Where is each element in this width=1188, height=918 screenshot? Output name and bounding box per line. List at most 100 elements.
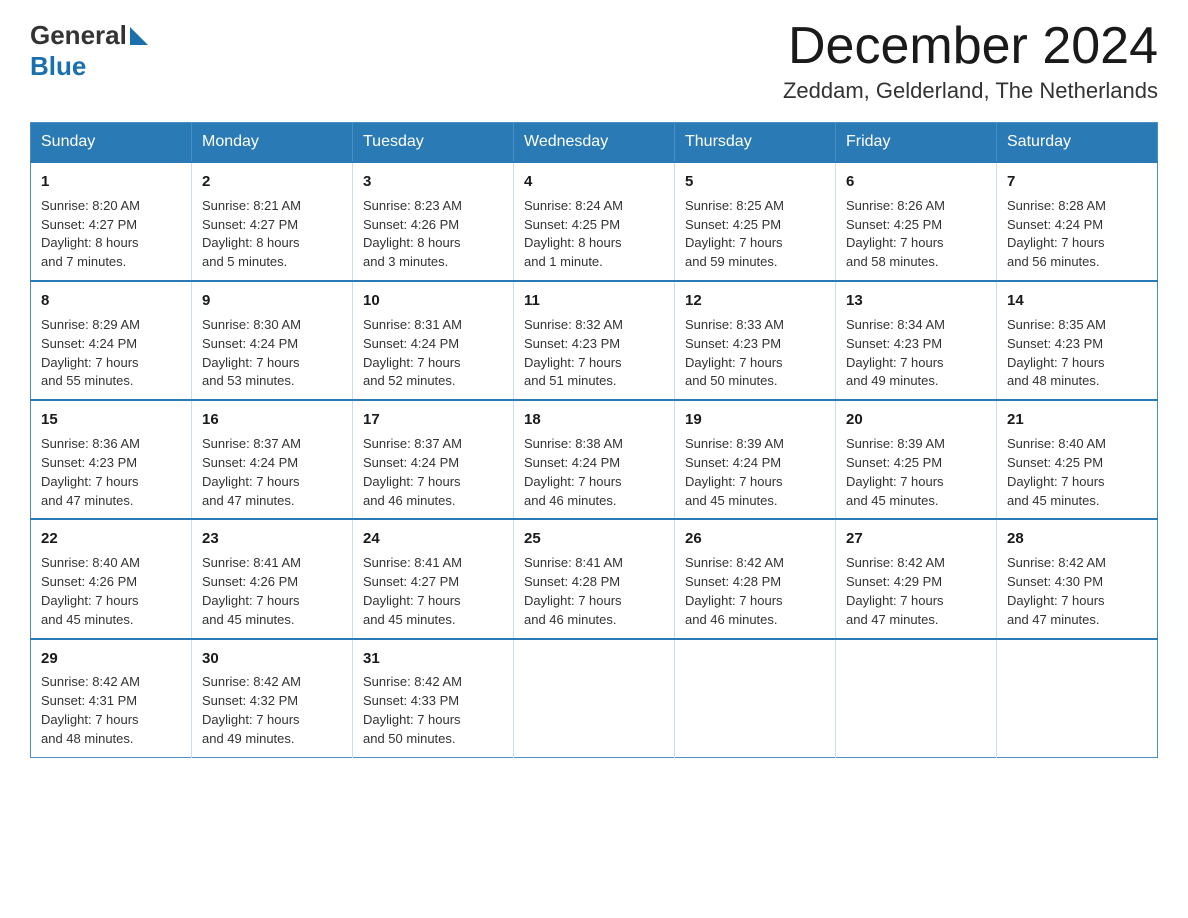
calendar-day-cell: 23 Sunrise: 8:41 AMSunset: 4:26 PMDaylig… bbox=[192, 519, 353, 638]
day-number: 12 bbox=[685, 290, 825, 312]
day-info: Sunrise: 8:20 AMSunset: 4:27 PMDaylight:… bbox=[41, 197, 181, 272]
day-info: Sunrise: 8:34 AMSunset: 4:23 PMDaylight:… bbox=[846, 316, 986, 391]
day-info: Sunrise: 8:26 AMSunset: 4:25 PMDaylight:… bbox=[846, 197, 986, 272]
day-info: Sunrise: 8:29 AMSunset: 4:24 PMDaylight:… bbox=[41, 316, 181, 391]
day-info: Sunrise: 8:21 AMSunset: 4:27 PMDaylight:… bbox=[202, 197, 342, 272]
calendar-day-cell: 30 Sunrise: 8:42 AMSunset: 4:32 PMDaylig… bbox=[192, 639, 353, 758]
day-info: Sunrise: 8:42 AMSunset: 4:30 PMDaylight:… bbox=[1007, 554, 1147, 629]
day-info: Sunrise: 8:24 AMSunset: 4:25 PMDaylight:… bbox=[524, 197, 664, 272]
day-number: 8 bbox=[41, 290, 181, 312]
day-number: 3 bbox=[363, 171, 503, 193]
day-info: Sunrise: 8:37 AMSunset: 4:24 PMDaylight:… bbox=[363, 435, 503, 510]
logo-blue-text: Blue bbox=[30, 51, 86, 81]
calendar-header-row: SundayMondayTuesdayWednesdayThursdayFrid… bbox=[31, 123, 1158, 163]
day-number: 18 bbox=[524, 409, 664, 431]
calendar-day-cell: 5 Sunrise: 8:25 AMSunset: 4:25 PMDayligh… bbox=[675, 162, 836, 281]
day-number: 13 bbox=[846, 290, 986, 312]
day-number: 10 bbox=[363, 290, 503, 312]
calendar-day-cell: 4 Sunrise: 8:24 AMSunset: 4:25 PMDayligh… bbox=[514, 162, 675, 281]
day-number: 14 bbox=[1007, 290, 1147, 312]
calendar-day-cell: 28 Sunrise: 8:42 AMSunset: 4:30 PMDaylig… bbox=[997, 519, 1158, 638]
calendar-day-cell: 8 Sunrise: 8:29 AMSunset: 4:24 PMDayligh… bbox=[31, 281, 192, 400]
day-info: Sunrise: 8:42 AMSunset: 4:29 PMDaylight:… bbox=[846, 554, 986, 629]
calendar-day-header: Sunday bbox=[31, 123, 192, 163]
day-number: 1 bbox=[41, 171, 181, 193]
calendar-week-row: 1 Sunrise: 8:20 AMSunset: 4:27 PMDayligh… bbox=[31, 162, 1158, 281]
calendar-day-cell: 17 Sunrise: 8:37 AMSunset: 4:24 PMDaylig… bbox=[353, 400, 514, 519]
calendar-week-row: 8 Sunrise: 8:29 AMSunset: 4:24 PMDayligh… bbox=[31, 281, 1158, 400]
day-info: Sunrise: 8:37 AMSunset: 4:24 PMDaylight:… bbox=[202, 435, 342, 510]
calendar-day-cell: 15 Sunrise: 8:36 AMSunset: 4:23 PMDaylig… bbox=[31, 400, 192, 519]
day-info: Sunrise: 8:38 AMSunset: 4:24 PMDaylight:… bbox=[524, 435, 664, 510]
day-number: 31 bbox=[363, 648, 503, 670]
calendar-day-cell bbox=[997, 639, 1158, 758]
day-number: 20 bbox=[846, 409, 986, 431]
day-number: 9 bbox=[202, 290, 342, 312]
day-number: 15 bbox=[41, 409, 181, 431]
day-number: 28 bbox=[1007, 528, 1147, 550]
day-info: Sunrise: 8:41 AMSunset: 4:27 PMDaylight:… bbox=[363, 554, 503, 629]
calendar-day-cell: 3 Sunrise: 8:23 AMSunset: 4:26 PMDayligh… bbox=[353, 162, 514, 281]
day-number: 30 bbox=[202, 648, 342, 670]
calendar-day-cell: 19 Sunrise: 8:39 AMSunset: 4:24 PMDaylig… bbox=[675, 400, 836, 519]
day-number: 25 bbox=[524, 528, 664, 550]
day-info: Sunrise: 8:39 AMSunset: 4:25 PMDaylight:… bbox=[846, 435, 986, 510]
day-info: Sunrise: 8:33 AMSunset: 4:23 PMDaylight:… bbox=[685, 316, 825, 391]
calendar-week-row: 22 Sunrise: 8:40 AMSunset: 4:26 PMDaylig… bbox=[31, 519, 1158, 638]
calendar-day-cell: 10 Sunrise: 8:31 AMSunset: 4:24 PMDaylig… bbox=[353, 281, 514, 400]
day-info: Sunrise: 8:42 AMSunset: 4:31 PMDaylight:… bbox=[41, 673, 181, 748]
logo-triangle-icon bbox=[130, 27, 148, 45]
calendar-day-cell: 11 Sunrise: 8:32 AMSunset: 4:23 PMDaylig… bbox=[514, 281, 675, 400]
calendar-day-cell: 24 Sunrise: 8:41 AMSunset: 4:27 PMDaylig… bbox=[353, 519, 514, 638]
calendar-day-cell: 20 Sunrise: 8:39 AMSunset: 4:25 PMDaylig… bbox=[836, 400, 997, 519]
calendar-day-cell: 22 Sunrise: 8:40 AMSunset: 4:26 PMDaylig… bbox=[31, 519, 192, 638]
calendar-day-cell: 6 Sunrise: 8:26 AMSunset: 4:25 PMDayligh… bbox=[836, 162, 997, 281]
calendar-day-cell: 1 Sunrise: 8:20 AMSunset: 4:27 PMDayligh… bbox=[31, 162, 192, 281]
calendar-day-cell: 9 Sunrise: 8:30 AMSunset: 4:24 PMDayligh… bbox=[192, 281, 353, 400]
day-info: Sunrise: 8:40 AMSunset: 4:26 PMDaylight:… bbox=[41, 554, 181, 629]
day-number: 29 bbox=[41, 648, 181, 670]
calendar-day-cell bbox=[836, 639, 997, 758]
logo: General Blue bbox=[30, 20, 148, 82]
day-info: Sunrise: 8:30 AMSunset: 4:24 PMDaylight:… bbox=[202, 316, 342, 391]
calendar-day-cell bbox=[675, 639, 836, 758]
day-number: 2 bbox=[202, 171, 342, 193]
day-number: 19 bbox=[685, 409, 825, 431]
calendar-day-cell: 29 Sunrise: 8:42 AMSunset: 4:31 PMDaylig… bbox=[31, 639, 192, 758]
calendar-day-header: Wednesday bbox=[514, 123, 675, 163]
day-info: Sunrise: 8:36 AMSunset: 4:23 PMDaylight:… bbox=[41, 435, 181, 510]
day-number: 21 bbox=[1007, 409, 1147, 431]
calendar-day-cell: 2 Sunrise: 8:21 AMSunset: 4:27 PMDayligh… bbox=[192, 162, 353, 281]
day-number: 4 bbox=[524, 171, 664, 193]
calendar-day-cell: 31 Sunrise: 8:42 AMSunset: 4:33 PMDaylig… bbox=[353, 639, 514, 758]
day-info: Sunrise: 8:32 AMSunset: 4:23 PMDaylight:… bbox=[524, 316, 664, 391]
calendar-day-cell: 26 Sunrise: 8:42 AMSunset: 4:28 PMDaylig… bbox=[675, 519, 836, 638]
day-info: Sunrise: 8:42 AMSunset: 4:32 PMDaylight:… bbox=[202, 673, 342, 748]
day-number: 17 bbox=[363, 409, 503, 431]
day-number: 22 bbox=[41, 528, 181, 550]
calendar-day-cell: 18 Sunrise: 8:38 AMSunset: 4:24 PMDaylig… bbox=[514, 400, 675, 519]
calendar-day-cell: 21 Sunrise: 8:40 AMSunset: 4:25 PMDaylig… bbox=[997, 400, 1158, 519]
day-number: 5 bbox=[685, 171, 825, 193]
day-number: 16 bbox=[202, 409, 342, 431]
calendar-day-header: Friday bbox=[836, 123, 997, 163]
calendar-week-row: 15 Sunrise: 8:36 AMSunset: 4:23 PMDaylig… bbox=[31, 400, 1158, 519]
calendar-day-header: Tuesday bbox=[353, 123, 514, 163]
location-subtitle: Zeddam, Gelderland, The Netherlands bbox=[783, 78, 1158, 104]
day-info: Sunrise: 8:41 AMSunset: 4:28 PMDaylight:… bbox=[524, 554, 664, 629]
day-number: 24 bbox=[363, 528, 503, 550]
calendar-day-cell: 16 Sunrise: 8:37 AMSunset: 4:24 PMDaylig… bbox=[192, 400, 353, 519]
logo-general-text: General bbox=[30, 20, 127, 51]
day-number: 27 bbox=[846, 528, 986, 550]
calendar-day-cell: 25 Sunrise: 8:41 AMSunset: 4:28 PMDaylig… bbox=[514, 519, 675, 638]
day-info: Sunrise: 8:39 AMSunset: 4:24 PMDaylight:… bbox=[685, 435, 825, 510]
calendar-day-cell: 13 Sunrise: 8:34 AMSunset: 4:23 PMDaylig… bbox=[836, 281, 997, 400]
day-number: 7 bbox=[1007, 171, 1147, 193]
calendar-day-cell: 27 Sunrise: 8:42 AMSunset: 4:29 PMDaylig… bbox=[836, 519, 997, 638]
title-area: December 2024 Zeddam, Gelderland, The Ne… bbox=[783, 20, 1158, 104]
calendar-day-header: Monday bbox=[192, 123, 353, 163]
day-info: Sunrise: 8:28 AMSunset: 4:24 PMDaylight:… bbox=[1007, 197, 1147, 272]
day-info: Sunrise: 8:31 AMSunset: 4:24 PMDaylight:… bbox=[363, 316, 503, 391]
day-info: Sunrise: 8:42 AMSunset: 4:33 PMDaylight:… bbox=[363, 673, 503, 748]
day-info: Sunrise: 8:41 AMSunset: 4:26 PMDaylight:… bbox=[202, 554, 342, 629]
